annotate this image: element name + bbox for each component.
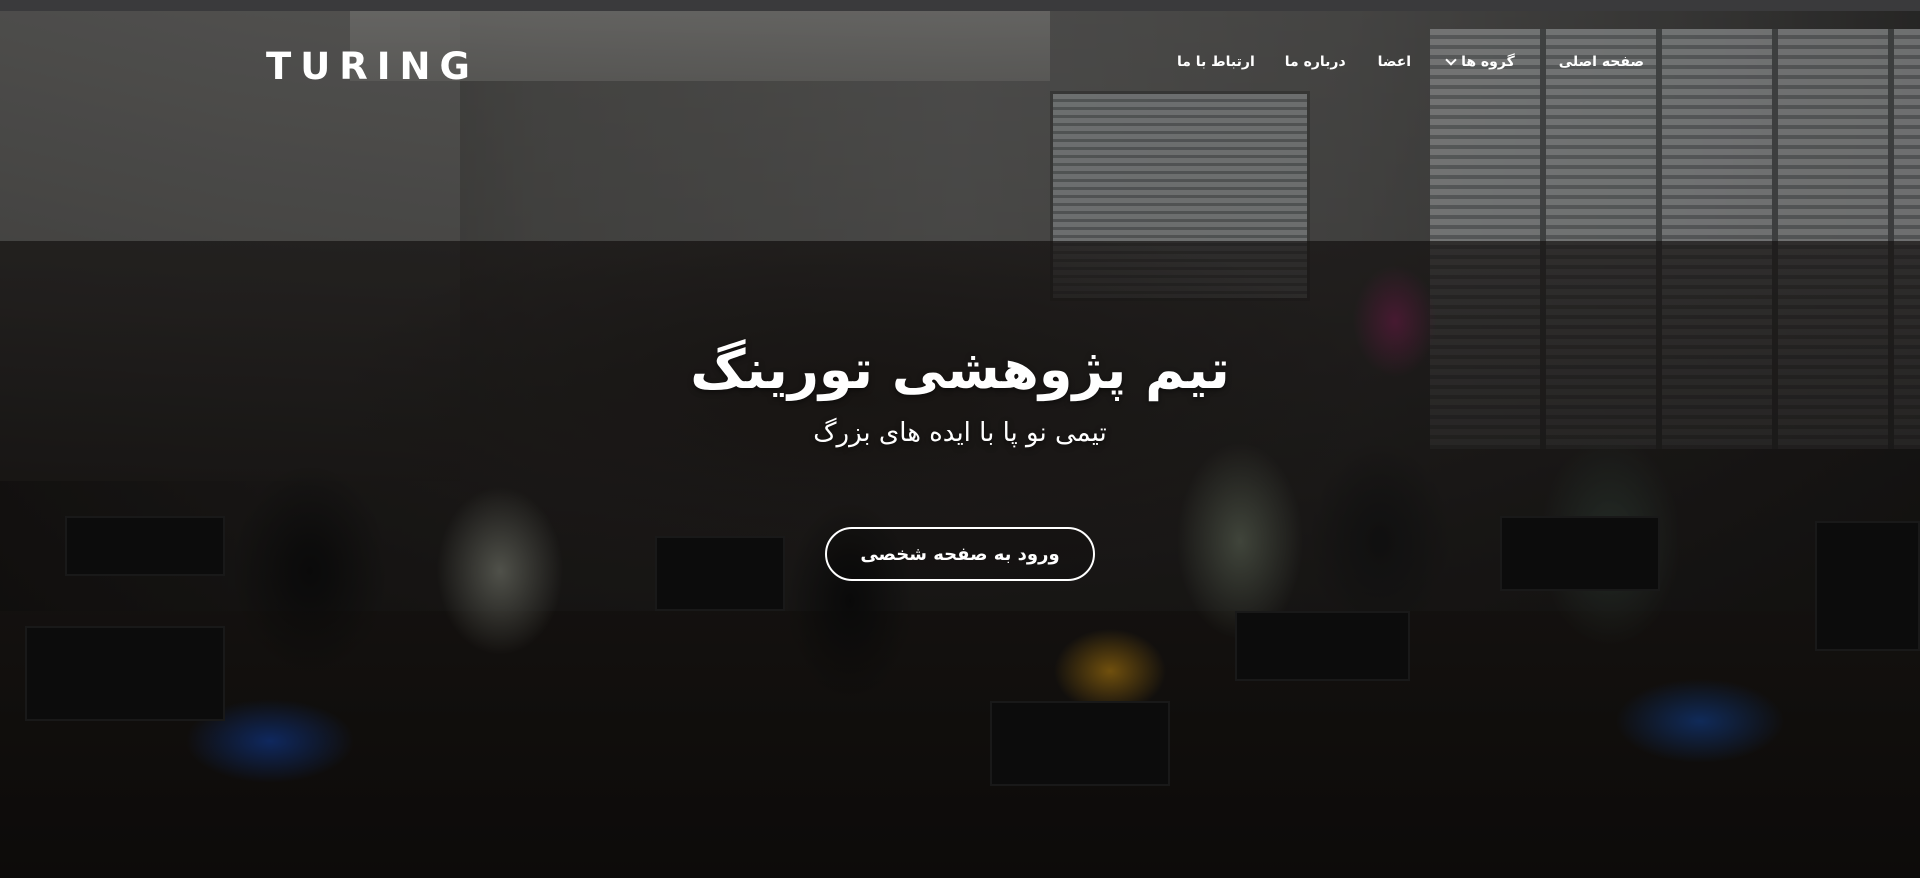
nav-item-about[interactable]: درباره ما	[1285, 54, 1346, 70]
nav-label: درباره ما	[1284, 54, 1346, 70]
hero-title: تیم پژوهشی تورینگ	[690, 338, 1230, 401]
cta-label: ورود به صفحه شخصی	[860, 543, 1060, 565]
nav-label: صفحه اصلی	[1558, 54, 1644, 70]
turing-logo[interactable]: TURING	[266, 44, 479, 88]
nav-label: اعضا	[1377, 54, 1412, 70]
nav-label: ارتباط با ما	[1176, 54, 1255, 70]
nav-item-home[interactable]: صفحه اصلی	[1559, 54, 1644, 70]
nav-item-groups[interactable]: گروه ها	[1439, 54, 1515, 70]
top-strip	[0, 0, 1920, 11]
main-nav: ارتباط با ما درباره ما اعضا گروه ها صفحه…	[1177, 50, 1644, 74]
nav-item-members[interactable]: اعضا	[1378, 54, 1411, 70]
personal-page-button[interactable]: ورود به صفحه شخصی	[825, 527, 1095, 581]
chevron-down-icon	[1445, 54, 1457, 66]
logo-text: TURING	[266, 44, 479, 88]
hero-subtitle: تیمی نو پا با ایده های بزرگ	[813, 418, 1107, 448]
nav-label: گروه ها	[1461, 54, 1515, 70]
nav-item-contact[interactable]: ارتباط با ما	[1177, 54, 1255, 70]
